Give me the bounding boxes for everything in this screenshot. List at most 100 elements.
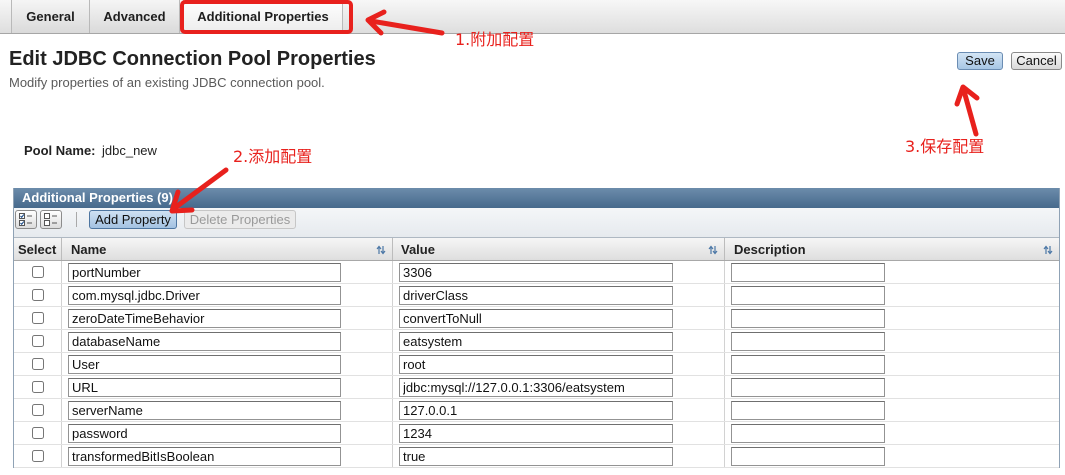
property-value-input[interactable] — [399, 423, 673, 443]
property-value-input[interactable] — [399, 262, 673, 282]
description-cell — [725, 399, 1059, 421]
property-description-input[interactable] — [731, 262, 885, 282]
select-cell — [14, 422, 62, 444]
property-value-input[interactable] — [399, 354, 673, 374]
table-row — [14, 330, 1059, 353]
name-cell — [62, 330, 393, 352]
select-all-icon — [19, 213, 33, 226]
sort-icon[interactable] — [376, 245, 386, 255]
property-name-input[interactable] — [68, 446, 341, 466]
column-header-select: Select — [14, 238, 62, 260]
property-description-input[interactable] — [731, 354, 885, 374]
property-value-input[interactable] — [399, 331, 673, 351]
select-cell — [14, 261, 62, 283]
sort-icon[interactable] — [1043, 245, 1053, 255]
value-cell — [393, 376, 725, 398]
column-header-value-label: Value — [401, 241, 435, 257]
value-cell — [393, 399, 725, 421]
property-description-input[interactable] — [731, 308, 885, 328]
property-description-input[interactable] — [731, 446, 885, 466]
name-cell — [62, 376, 393, 398]
property-description-input[interactable] — [731, 400, 885, 420]
pool-name-value: jdbc_new — [102, 143, 157, 158]
select-all-button[interactable] — [15, 210, 37, 229]
row-checkbox[interactable] — [31, 381, 44, 393]
description-cell — [725, 422, 1059, 444]
property-name-input[interactable] — [68, 331, 341, 351]
value-cell — [393, 284, 725, 306]
toolbar-separator — [76, 212, 77, 227]
table-row — [14, 261, 1059, 284]
tab-general[interactable]: General — [11, 0, 90, 33]
description-cell — [725, 307, 1059, 329]
value-cell — [393, 422, 725, 444]
name-cell — [62, 307, 393, 329]
deselect-all-button[interactable] — [40, 210, 62, 229]
row-checkbox[interactable] — [31, 335, 44, 347]
sort-icon[interactable] — [708, 245, 718, 255]
property-description-input[interactable] — [731, 377, 885, 397]
property-value-input[interactable] — [399, 308, 673, 328]
value-cell — [393, 353, 725, 375]
property-value-input[interactable] — [399, 377, 673, 397]
property-name-input[interactable] — [68, 423, 341, 443]
row-checkbox[interactable] — [31, 312, 44, 324]
column-header-value: Value — [393, 238, 725, 260]
save-button[interactable]: Save — [957, 52, 1003, 70]
row-checkbox[interactable] — [31, 289, 44, 301]
table-row — [14, 422, 1059, 445]
row-checkbox[interactable] — [31, 266, 44, 278]
value-cell — [393, 445, 725, 467]
property-description-input[interactable] — [731, 423, 885, 443]
name-cell — [62, 445, 393, 467]
cancel-button[interactable]: Cancel — [1011, 52, 1062, 70]
description-cell — [725, 284, 1059, 306]
page-title: Edit JDBC Connection Pool Properties — [9, 48, 376, 70]
property-description-input[interactable] — [731, 285, 885, 305]
property-description-input[interactable] — [731, 331, 885, 351]
table-row — [14, 353, 1059, 376]
property-name-input[interactable] — [68, 262, 341, 282]
select-cell — [14, 445, 62, 467]
property-value-input[interactable] — [399, 400, 673, 420]
name-cell — [62, 399, 393, 421]
row-checkbox[interactable] — [31, 427, 44, 439]
name-cell — [62, 284, 393, 306]
property-name-input[interactable] — [68, 308, 341, 328]
annotation-arrow-3 — [954, 84, 980, 137]
delete-properties-button[interactable]: Delete Properties — [184, 210, 296, 229]
tab-advanced[interactable]: Advanced — [90, 0, 180, 33]
description-cell — [725, 353, 1059, 375]
table-row — [14, 399, 1059, 422]
table-title: Additional Properties (9) — [14, 188, 1059, 208]
select-cell — [14, 376, 62, 398]
property-name-input[interactable] — [68, 377, 341, 397]
row-checkbox[interactable] — [31, 404, 44, 416]
annotation-label-step1: 1.附加配置 — [455, 30, 535, 49]
row-checkbox[interactable] — [31, 358, 44, 370]
property-name-input[interactable] — [68, 354, 341, 374]
table-toolbar: Add Property Delete Properties — [14, 208, 1059, 238]
table-row — [14, 307, 1059, 330]
description-cell — [725, 445, 1059, 467]
property-value-input[interactable] — [399, 285, 673, 305]
row-checkbox[interactable] — [31, 450, 44, 462]
property-name-input[interactable] — [68, 285, 341, 305]
select-cell — [14, 307, 62, 329]
table-row — [14, 284, 1059, 307]
table-header: Select Name Value Description — [14, 238, 1059, 261]
tab-highlight-annotation — [180, 0, 353, 34]
column-header-description: Description — [725, 238, 1059, 260]
table-row — [14, 445, 1059, 468]
select-cell — [14, 353, 62, 375]
property-name-input[interactable] — [68, 400, 341, 420]
description-cell — [725, 261, 1059, 283]
select-cell — [14, 330, 62, 352]
column-header-description-label: Description — [734, 241, 806, 257]
property-value-input[interactable] — [399, 446, 673, 466]
add-property-button[interactable]: Add Property — [89, 210, 177, 229]
name-cell — [62, 261, 393, 283]
description-cell — [725, 376, 1059, 398]
pool-name-label: Pool Name: — [24, 143, 96, 158]
annotation-label-step2: 2.添加配置 — [233, 147, 313, 166]
